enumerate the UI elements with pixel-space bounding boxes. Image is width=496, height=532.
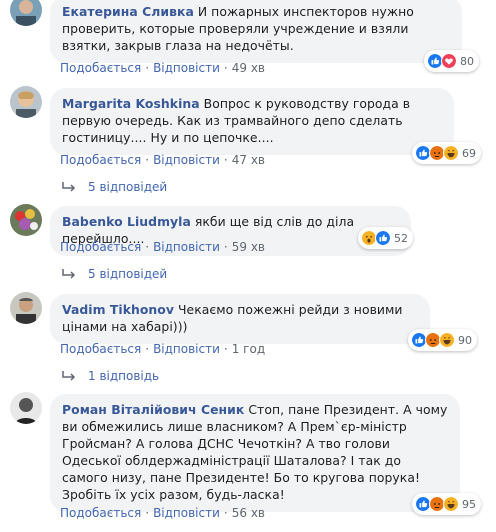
replies-count-label: 5 відповідей (88, 180, 168, 194)
comment-bubble: Екатерина Сливка И пожарных инспекторов н… (50, 0, 462, 63)
like-button[interactable]: Подобається (60, 506, 141, 520)
reaction-count: 95 (462, 497, 476, 511)
haha-reaction-icon (439, 332, 455, 348)
avatar[interactable] (10, 392, 42, 424)
reply-button[interactable]: Відповісти (153, 153, 220, 167)
timestamp[interactable]: 1 год (232, 342, 265, 356)
reaction-summary[interactable]: 95 (412, 493, 481, 515)
like-button[interactable]: Подобається (60, 240, 141, 254)
view-replies-link[interactable]: 5 відповідей (62, 180, 167, 194)
like-button[interactable]: Подобається (60, 153, 141, 167)
avatar[interactable] (10, 292, 42, 324)
like-reaction-icon (375, 230, 391, 246)
view-replies-link[interactable]: 1 відповідь (62, 369, 159, 383)
reaction-count: 90 (458, 333, 472, 347)
timestamp[interactable]: 49 хв (232, 61, 265, 75)
reply-arrow-icon (62, 182, 76, 192)
haha-reaction-icon (443, 496, 459, 512)
reaction-count: 52 (394, 231, 408, 245)
author-name[interactable]: Vadim Tikhonov (62, 302, 174, 317)
comment-bubble: Роман Віталійович Сеник Стоп, пане Презид… (50, 394, 460, 512)
like-button[interactable]: Подобається (60, 342, 141, 356)
author-name[interactable]: Роман Віталійович Сеник (62, 402, 244, 417)
reaction-summary[interactable]: 90 (408, 329, 477, 351)
replies-count-label: 5 відповідей (88, 267, 168, 281)
timestamp[interactable]: 56 хв (232, 506, 265, 520)
comment-actions: Подобається · Відповісти · 56 хв (60, 506, 265, 520)
comment-bubble: Margarita Koshkina Вопрос к руководству г… (50, 88, 454, 155)
love-reaction-icon (441, 53, 457, 69)
comment-bubble: Vadim Tikhonov Чекаємо пожежні рейди з но… (50, 294, 430, 344)
comment-actions: Подобається · Відповісти · 59 хв (60, 240, 265, 254)
reply-button[interactable]: Відповісти (153, 61, 220, 75)
reply-button[interactable]: Відповісти (153, 342, 220, 356)
author-name[interactable]: Babenko Liudmyla (62, 214, 191, 229)
reaction-summary[interactable]: 69 (412, 142, 481, 164)
avatar[interactable] (10, 0, 42, 26)
reaction-count: 69 (462, 146, 476, 160)
comment-actions: Подобається · Відповісти · 49 хв (60, 61, 265, 75)
reaction-count: 80 (460, 54, 474, 68)
haha-reaction-icon (443, 145, 459, 161)
replies-count-label: 1 відповідь (88, 369, 160, 383)
avatar[interactable] (10, 204, 42, 236)
reaction-summary[interactable]: 52 (358, 227, 413, 249)
timestamp[interactable]: 59 хв (232, 240, 265, 254)
reply-arrow-icon (62, 269, 76, 279)
reply-arrow-icon (62, 371, 76, 381)
like-button[interactable]: Подобається (60, 61, 141, 75)
comment-actions: Подобається · Відповісти · 47 хв (60, 153, 265, 167)
reaction-summary[interactable]: 80 (424, 50, 479, 72)
timestamp[interactable]: 47 хв (232, 153, 265, 167)
reply-button[interactable]: Відповісти (153, 506, 220, 520)
comment-actions: Подобається · Відповісти · 1 год (60, 342, 266, 356)
comment-text: Стоп, пане Президент. А чому ви обмежили… (62, 402, 448, 502)
author-name[interactable]: Margarita Koshkina (62, 96, 200, 111)
view-replies-link[interactable]: 5 відповідей (62, 267, 167, 281)
reply-button[interactable]: Відповісти (153, 240, 220, 254)
author-name[interactable]: Екатерина Сливка (62, 4, 194, 19)
avatar[interactable] (10, 86, 42, 118)
